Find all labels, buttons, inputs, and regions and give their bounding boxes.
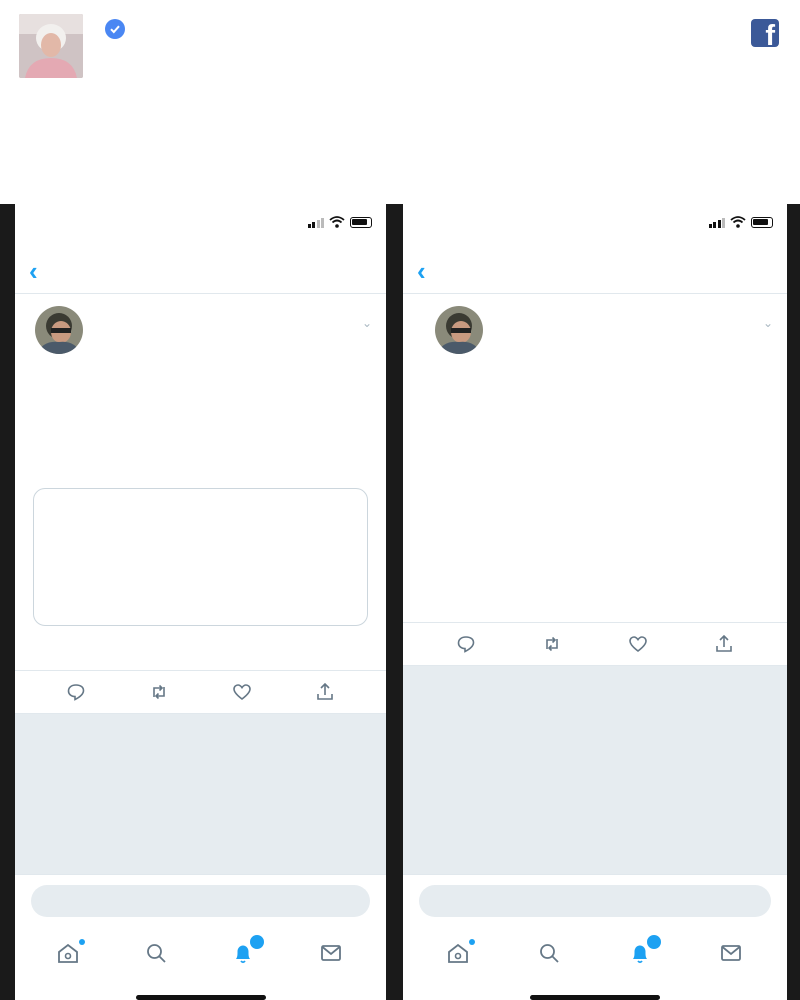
tab-notifications[interactable] [628, 934, 662, 967]
retweet-icon[interactable] [542, 634, 562, 654]
tweet-navbar: ‹ [403, 248, 787, 294]
notification-badge [249, 934, 266, 950]
home-dot [468, 939, 475, 945]
divider [403, 622, 787, 623]
home-dot [78, 939, 85, 945]
envelope-icon [321, 945, 342, 961]
screenshot-right[interactable]: ‹ ⌄ [403, 204, 787, 1000]
quoted-tweet[interactable] [33, 488, 368, 626]
empty-timeline-area [403, 666, 787, 874]
reply-input[interactable] [31, 885, 370, 917]
like-heart-icon[interactable] [628, 634, 648, 654]
battery-icon [350, 217, 372, 228]
envelope-icon [720, 945, 741, 961]
tab-home[interactable] [56, 939, 85, 967]
screenshot-left[interactable]: ‹ ⌄ [15, 204, 386, 1000]
reply-bar [15, 874, 386, 924]
tab-search[interactable] [144, 941, 170, 967]
status-bar [15, 204, 386, 248]
signal-icon [708, 217, 725, 228]
search-icon [539, 944, 559, 963]
wifi-icon [329, 216, 345, 228]
reply-input[interactable] [419, 885, 771, 917]
status-bar [403, 204, 787, 248]
reply-icon[interactable] [66, 682, 86, 702]
chevron-down-icon[interactable]: ⌄ [362, 316, 372, 330]
tweet-author-avatar[interactable] [35, 306, 83, 354]
wifi-icon [730, 216, 746, 228]
notification-badge [645, 934, 662, 950]
facebook-logo-icon: f [751, 19, 779, 47]
tab-bar [403, 924, 787, 984]
tab-messages[interactable] [719, 941, 745, 967]
tab-home[interactable] [446, 939, 475, 967]
back-chevron-icon[interactable]: ‹ [29, 256, 38, 287]
tab-search[interactable] [537, 941, 563, 967]
search-icon [146, 944, 166, 963]
home-indicator [530, 995, 660, 1000]
tab-messages[interactable] [319, 941, 345, 967]
tab-notifications[interactable] [231, 934, 266, 967]
home-icon [447, 943, 468, 963]
reply-icon[interactable] [456, 634, 476, 654]
like-heart-icon[interactable] [232, 682, 252, 702]
tweet-actions [15, 672, 386, 712]
battery-icon [751, 217, 773, 228]
reply-bar [403, 874, 787, 924]
home-indicator [135, 995, 266, 1000]
signal-icon [307, 217, 324, 228]
author-avatar[interactable] [19, 14, 83, 78]
tweet-actions [403, 624, 787, 664]
retweet-icon[interactable] [149, 682, 169, 702]
home-icon [57, 943, 78, 963]
divider [15, 670, 386, 671]
post-header: f [0, 0, 800, 90]
verified-badge-icon [105, 19, 125, 39]
tweet-navbar: ‹ [15, 248, 386, 294]
author-name[interactable] [97, 19, 125, 39]
share-icon[interactable] [315, 682, 335, 702]
share-icon[interactable] [714, 634, 734, 654]
tweet-author-avatar[interactable] [435, 306, 483, 354]
chevron-down-icon[interactable]: ⌄ [763, 316, 773, 330]
tab-bar [15, 924, 386, 984]
back-chevron-icon[interactable]: ‹ [417, 256, 426, 287]
empty-timeline-area [15, 714, 386, 874]
